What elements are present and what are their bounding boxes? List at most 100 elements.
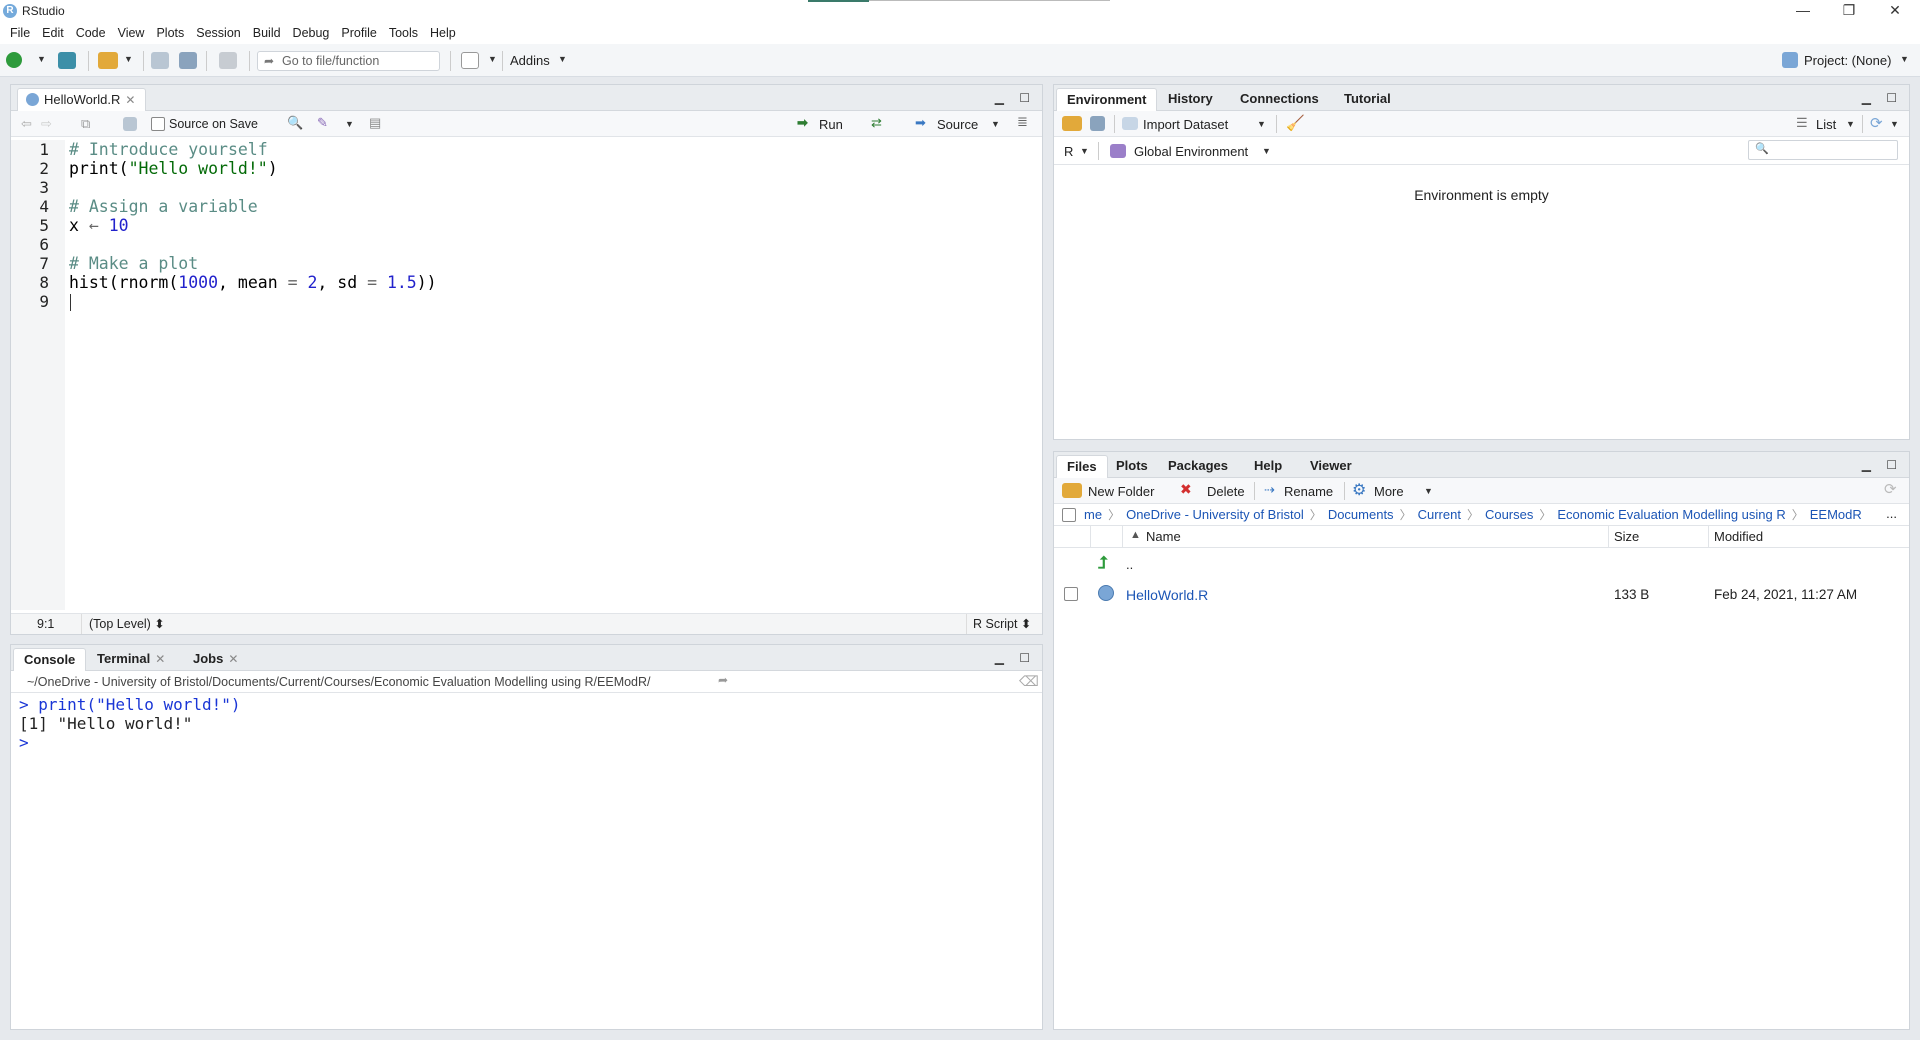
chevron-down-icon[interactable]: ▼ — [1262, 146, 1271, 156]
close-tab-icon[interactable]: ✕ — [125, 93, 135, 107]
language-selector[interactable]: R — [1064, 144, 1073, 159]
refresh-icon[interactable]: ⟳ — [1870, 114, 1883, 132]
save-icon[interactable] — [123, 117, 137, 131]
search-icon[interactable]: 🔍 — [287, 115, 303, 131]
environment-search-input[interactable]: 🔍 — [1748, 140, 1898, 160]
menu-profile[interactable]: Profile — [335, 22, 382, 44]
more-button[interactable]: More — [1374, 484, 1404, 499]
menu-help[interactable]: Help — [424, 22, 462, 44]
table-row[interactable]: HelloWorld.R 133 B Feb 24, 2021, 11:27 A… — [1054, 579, 1909, 609]
menu-build[interactable]: Build — [247, 22, 287, 44]
tab-connections[interactable]: Connections — [1230, 88, 1329, 111]
close-tab-icon[interactable]: ✕ — [155, 652, 165, 666]
project-menu[interactable]: Project: (None) — [1804, 53, 1891, 68]
menu-code[interactable]: Code — [70, 22, 112, 44]
maximize-pane-icon[interactable]: ☐ — [1019, 91, 1030, 105]
scope-selector[interactable]: (Top Level) ⬍ — [89, 614, 165, 634]
import-dataset-button[interactable]: Import Dataset — [1143, 117, 1228, 132]
chevron-down-icon[interactable]: ▼ — [1424, 486, 1433, 496]
tab-plots[interactable]: Plots — [1106, 455, 1158, 478]
menu-debug[interactable]: Debug — [287, 22, 336, 44]
save-all-icon[interactable] — [179, 52, 197, 69]
row-checkbox[interactable] — [1064, 587, 1078, 601]
chevron-down-icon[interactable]: ▼ — [345, 119, 354, 129]
new-file-icon[interactable] — [6, 52, 22, 68]
tab-tutorial[interactable]: Tutorial — [1334, 88, 1401, 111]
chevron-down-icon[interactable]: ▼ — [991, 119, 1000, 129]
open-file-icon[interactable] — [98, 52, 118, 69]
breadcrumb-overflow[interactable]: ... — [1886, 506, 1897, 521]
tab-history[interactable]: History — [1158, 88, 1223, 111]
document-outline-icon[interactable]: ≣ — [1017, 114, 1028, 130]
refresh-icon[interactable]: ⟳ — [1884, 480, 1897, 498]
save-workspace-icon[interactable] — [1090, 116, 1105, 131]
back-arrow-icon[interactable]: ⇦ — [21, 116, 32, 132]
tab-packages[interactable]: Packages — [1158, 455, 1238, 478]
menu-view[interactable]: View — [112, 22, 151, 44]
code-area[interactable]: # Introduce yourself print("Hello world!… — [11, 140, 1042, 610]
breadcrumb-item[interactable]: EEModR — [1810, 507, 1862, 522]
list-view-selector[interactable]: List — [1816, 117, 1836, 132]
select-all-checkbox[interactable] — [1062, 507, 1076, 522]
minimize-pane-icon[interactable]: ▁ — [995, 651, 1004, 665]
breadcrumb-item[interactable]: OneDrive - University of Bristol — [1126, 507, 1304, 522]
breadcrumb-item[interactable]: Current — [1418, 507, 1461, 522]
show-in-window-icon[interactable]: ⧉ — [81, 116, 90, 132]
file-name-link[interactable]: HelloWorld.R — [1126, 587, 1208, 603]
breadcrumb-item[interactable]: Economic Evaluation Modelling using R — [1557, 507, 1785, 522]
broom-icon[interactable]: 🧹 — [1286, 114, 1305, 132]
column-header-size[interactable]: Size — [1614, 529, 1639, 544]
close-tab-icon[interactable]: ✕ — [228, 652, 238, 666]
chevron-down-icon[interactable]: ▼ — [558, 54, 567, 64]
tab-viewer[interactable]: Viewer — [1300, 455, 1362, 478]
breadcrumb-item[interactable]: Courses — [1485, 507, 1533, 522]
chevron-down-icon[interactable]: ▼ — [37, 54, 46, 64]
rerun-icon[interactable]: ⇄ — [871, 115, 882, 131]
goto-directory-icon[interactable]: ➦ — [718, 673, 728, 687]
menu-edit[interactable]: Edit — [36, 22, 70, 44]
environment-scope-selector[interactable]: Global Environment — [1134, 144, 1248, 159]
save-icon[interactable] — [151, 52, 169, 69]
tab-environment[interactable]: Environment — [1056, 88, 1158, 111]
menu-tools[interactable]: Tools — [383, 22, 424, 44]
minimize-button[interactable]: — — [1780, 0, 1826, 22]
maximize-pane-icon[interactable]: ☐ — [1019, 651, 1030, 665]
parent-directory-link[interactable]: .. — [1126, 557, 1133, 572]
breadcrumb-item[interactable]: Documents — [1328, 507, 1394, 522]
delete-button[interactable]: Delete — [1207, 484, 1245, 499]
clear-console-icon[interactable]: ⌫ — [1019, 673, 1039, 690]
goto-file-input[interactable]: Go to file/function — [257, 51, 440, 71]
tab-files[interactable]: Files — [1056, 455, 1108, 478]
chevron-down-icon[interactable]: ▼ — [1257, 119, 1266, 129]
close-window-button[interactable]: ✕ — [1872, 0, 1918, 22]
file-type-selector[interactable]: R Script ⬍ — [973, 614, 1031, 634]
compile-report-icon[interactable]: ▤ — [369, 115, 381, 131]
minimize-pane-icon[interactable]: ▁ — [995, 91, 1004, 105]
minimize-pane-icon[interactable]: ▁ — [1862, 458, 1871, 472]
chevron-down-icon[interactable]: ▼ — [1890, 119, 1899, 129]
column-header-name[interactable]: Name — [1146, 529, 1181, 544]
menu-plots[interactable]: Plots — [150, 22, 190, 44]
tab-helloworld[interactable]: HelloWorld.R ✕ — [17, 88, 147, 111]
chevron-down-icon[interactable]: ▼ — [1900, 54, 1909, 64]
chevron-down-icon[interactable]: ▼ — [488, 54, 497, 64]
table-row[interactable]: ⮥ .. — [1054, 549, 1909, 579]
rename-button[interactable]: Rename — [1284, 484, 1333, 499]
maximize-button[interactable]: ❐ — [1826, 0, 1872, 22]
console-output[interactable]: > print("Hello world!") [1] "Hello world… — [11, 693, 1042, 1029]
new-folder-button[interactable]: New Folder — [1088, 484, 1154, 499]
tab-console[interactable]: Console — [13, 648, 87, 671]
addins-menu[interactable]: Addins — [510, 53, 550, 68]
run-button[interactable]: Run — [819, 117, 843, 132]
print-icon[interactable] — [219, 52, 237, 69]
tab-help[interactable]: Help — [1244, 455, 1292, 478]
tab-jobs[interactable]: Jobs ✕ — [183, 648, 248, 671]
menu-file[interactable]: File — [4, 22, 36, 44]
magic-wand-icon[interactable]: ✎ — [317, 115, 328, 131]
chevron-down-icon[interactable]: ▼ — [124, 54, 133, 64]
maximize-pane-icon[interactable]: ☐ — [1886, 458, 1897, 472]
chevron-down-icon[interactable]: ▼ — [1846, 119, 1855, 129]
menu-session[interactable]: Session — [190, 22, 246, 44]
source-on-save-checkbox[interactable] — [151, 117, 165, 131]
minimize-pane-icon[interactable]: ▁ — [1862, 91, 1871, 105]
